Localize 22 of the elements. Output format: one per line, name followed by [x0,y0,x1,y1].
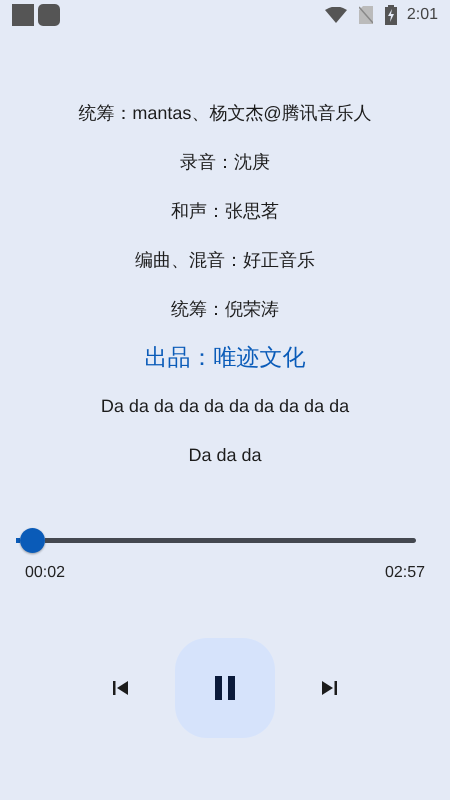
lyric-line: 统筹：mantas、杨文杰@腾讯音乐人 [78,102,372,124]
lyric-line: 和声：张思茗 [171,200,279,222]
notification-icon [38,4,60,26]
pause-icon [215,676,235,700]
lyric-line: 出品：唯迹文化 [144,343,306,372]
lyric-line: 统筹：倪荣涛 [171,298,279,320]
battery-charging-icon [384,5,397,25]
no-sim-icon [358,6,373,24]
skip-next-icon [321,680,337,696]
wifi-icon [324,7,347,23]
elapsed-time: 00:02 [25,564,66,582]
lyric-line: Da da da da da da da da da da [100,395,350,418]
pause-button[interactable] [175,638,275,738]
notification-icon [12,4,34,26]
status-time: 2:01 [406,6,438,24]
lyric-line: 录音：沈庚 [180,150,270,174]
lyric-line: 编曲、混音：好正音乐 [135,248,315,272]
total-duration: 02:57 [384,564,425,582]
skip-previous-icon [113,680,129,696]
slider-thumb[interactable] [20,528,46,552]
progress-slider[interactable] [16,528,416,552]
lyric-line: Da da da [188,444,262,467]
